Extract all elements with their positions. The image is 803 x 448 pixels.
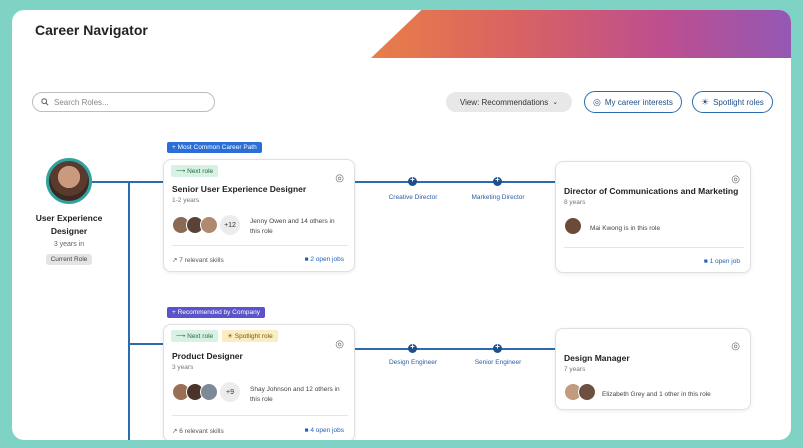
- view-select-label: View: Recommendations: [459, 97, 549, 107]
- role-years: 8 years: [564, 199, 586, 206]
- divider: [172, 415, 348, 416]
- role-years: 3 years: [172, 364, 194, 371]
- path-tag: + Recommended by Company: [167, 307, 265, 318]
- path-step-label[interactable]: Marketing Director: [468, 193, 528, 202]
- people-text: Elizabeth Grey and 1 other in this role: [602, 391, 711, 398]
- connector-line: [355, 348, 555, 350]
- avatar: [200, 216, 218, 234]
- path-node[interactable]: [408, 175, 417, 186]
- path-node[interactable]: [493, 175, 502, 186]
- role-card[interactable]: ⟶ Next role ☀ Spotlight role ◎ Product D…: [163, 324, 355, 440]
- target-icon: ◎: [593, 96, 601, 107]
- people-text: Mai Kwong is in this role: [590, 225, 661, 232]
- target-role-card[interactable]: ◎ Design Manager 7 years Elizabeth Grey …: [555, 328, 751, 410]
- divider: [172, 245, 348, 246]
- role-title: Director of Communications and Marketing: [564, 186, 739, 196]
- more-count: +9: [220, 382, 240, 402]
- path-tag: + Most Common Career Path: [167, 142, 262, 153]
- search-icon: [41, 98, 49, 106]
- role-title: Product Designer: [172, 351, 243, 361]
- open-jobs-link[interactable]: ■ 2 open jobs: [305, 256, 344, 263]
- path-step-label[interactable]: Senior Engineer: [468, 358, 528, 367]
- career-interests-label: My career interests: [604, 97, 673, 107]
- chip-group: ⟶ Next role: [171, 165, 219, 177]
- role-years: 7 years: [564, 366, 586, 373]
- target-role-card[interactable]: ◎ Director of Communications and Marketi…: [555, 161, 751, 273]
- target-icon[interactable]: ◎: [335, 173, 344, 184]
- avatar: [200, 383, 218, 401]
- divider: [564, 247, 744, 248]
- role-card[interactable]: ⟶ Next role ◎ Senior User Experience Des…: [163, 159, 355, 272]
- current-role-tenure: 3 years in: [53, 241, 85, 248]
- path-step-label[interactable]: Design Engineer: [383, 358, 443, 367]
- lightbulb-icon: ☀: [701, 96, 710, 107]
- target-icon[interactable]: ◎: [731, 341, 740, 352]
- current-role-badge: Current Role: [45, 254, 93, 265]
- search-box[interactable]: [32, 92, 215, 112]
- role-years: 1-2 years: [172, 197, 200, 204]
- people-avatars[interactable]: [564, 383, 596, 401]
- search-input[interactable]: [54, 97, 194, 107]
- next-role-chip: ⟶ Next role: [171, 330, 219, 342]
- avatar[interactable]: [46, 158, 92, 204]
- spotlight-role-chip: ☀ Spotlight role: [222, 330, 278, 342]
- path-node[interactable]: [408, 342, 417, 353]
- role-title: Senior User Experience Designer: [172, 184, 307, 194]
- connector-line: [355, 181, 555, 183]
- current-role-title: User Experience Designer: [35, 213, 103, 236]
- people-text: Shay Johnson and 12 others in this role: [250, 386, 340, 403]
- career-interests-button[interactable]: ◎ My career interests: [584, 91, 682, 113]
- avatar: [564, 217, 582, 235]
- next-role-chip: ⟶ Next role: [171, 165, 219, 177]
- skills-count[interactable]: ↗ 6 relevant skills: [172, 427, 224, 435]
- chevron-down-icon: ⌄: [552, 99, 559, 106]
- connector-line: [128, 181, 130, 440]
- avatar: [578, 383, 596, 401]
- current-role: User Experience Designer 3 years in Curr…: [20, 158, 118, 266]
- target-icon[interactable]: ◎: [335, 339, 344, 350]
- people-text: Jenny Owen and 14 others in this role: [250, 218, 335, 235]
- people-avatars[interactable]: +12: [172, 215, 240, 235]
- spotlight-roles-label: Spotlight roles: [713, 97, 764, 107]
- path-step-label[interactable]: Creative Director: [383, 193, 443, 202]
- chip-group: ⟶ Next role ☀ Spotlight role: [171, 330, 278, 342]
- path-node[interactable]: [493, 342, 502, 353]
- target-icon[interactable]: ◎: [731, 174, 740, 185]
- more-count: +12: [220, 215, 240, 235]
- connector-line: [128, 343, 166, 345]
- open-jobs-link[interactable]: ■ 4 open jobs: [305, 427, 344, 434]
- role-title: Design Manager: [564, 353, 630, 363]
- people-avatars[interactable]: [564, 217, 582, 235]
- spotlight-roles-button[interactable]: ☀ Spotlight roles: [692, 91, 773, 113]
- open-jobs-link[interactable]: ■ 1 open job: [704, 258, 740, 265]
- people-avatars[interactable]: +9: [172, 382, 240, 402]
- app-title: Career Navigator: [35, 22, 148, 38]
- header-banner: [371, 10, 791, 58]
- app-window: Career Navigator View: Recommendations ⌄…: [12, 10, 791, 440]
- skills-count[interactable]: ↗ 7 relevant skills: [172, 256, 224, 264]
- view-select[interactable]: View: Recommendations ⌄: [446, 92, 572, 112]
